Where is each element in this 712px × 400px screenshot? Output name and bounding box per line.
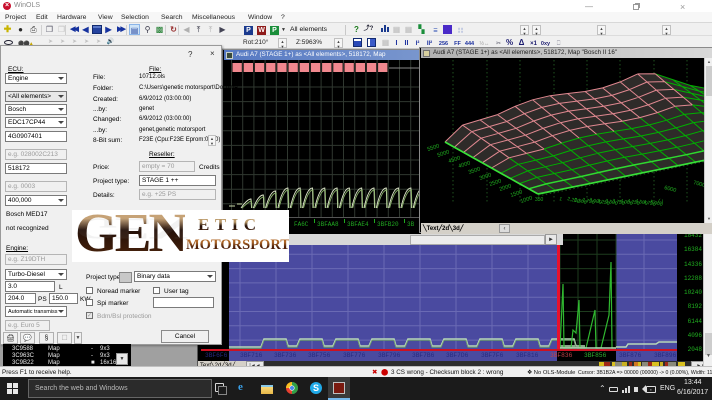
svg-text:350: 350 (535, 197, 544, 203)
